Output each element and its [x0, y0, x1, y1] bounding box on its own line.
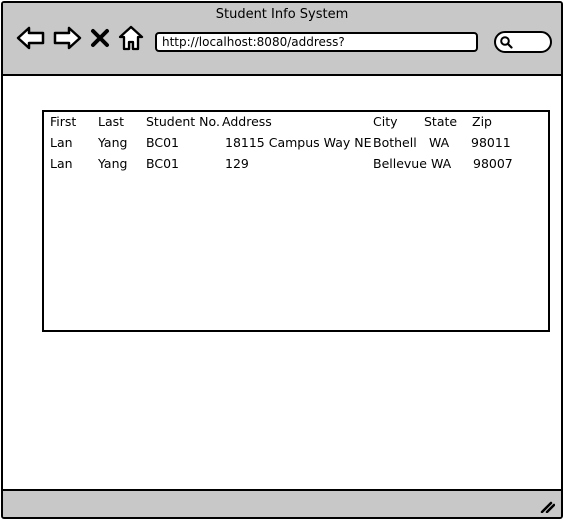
close-x-icon[interactable]	[89, 23, 111, 53]
row-1-city: Bothell	[373, 135, 417, 150]
column-header-last: Last	[98, 114, 125, 129]
column-header-student-no: Student No.	[146, 114, 220, 129]
address-bar[interactable]: http://localhost:8080/address?	[155, 32, 478, 52]
resize-grip-icon[interactable]	[539, 497, 555, 513]
browser-window: Student Info System http://localhost:808…	[1, 1, 563, 519]
row-2-state: WA	[431, 156, 452, 171]
row-2-address: 129	[225, 156, 249, 171]
row-2-student-no: BC01	[146, 156, 179, 171]
row-1-address: 18115 Campus Way NE	[225, 135, 372, 150]
page-content: First Last Student No. Address City Stat…	[3, 76, 561, 491]
column-header-address: Address	[222, 114, 272, 129]
row-1-student-no: BC01	[146, 135, 179, 150]
row-1-state: WA	[429, 135, 450, 150]
home-icon[interactable]	[116, 23, 146, 53]
column-header-city: City	[373, 114, 398, 129]
row-2-first: Lan	[50, 156, 73, 171]
status-bar	[3, 489, 561, 517]
column-header-first: First	[50, 114, 77, 129]
row-1-first: Lan	[50, 135, 73, 150]
row-2-zip: 98007	[473, 156, 513, 171]
title-bar: Student Info System http://localhost:808…	[3, 3, 561, 76]
search-field[interactable]	[494, 31, 552, 53]
column-header-state: State	[424, 114, 458, 129]
forward-arrow-icon[interactable]	[52, 23, 82, 53]
back-arrow-icon[interactable]	[16, 23, 46, 53]
column-header-zip: Zip	[472, 114, 492, 129]
search-icon	[500, 36, 513, 49]
row-2-last: Yang	[98, 156, 128, 171]
student-table: First Last Student No. Address City Stat…	[42, 110, 550, 332]
row-2-city: Bellevue	[373, 156, 427, 171]
window-title: Student Info System	[215, 7, 349, 22]
row-1-zip: 98011	[471, 135, 511, 150]
row-1-last: Yang	[98, 135, 128, 150]
address-bar-text: http://localhost:8080/address?	[162, 35, 345, 49]
